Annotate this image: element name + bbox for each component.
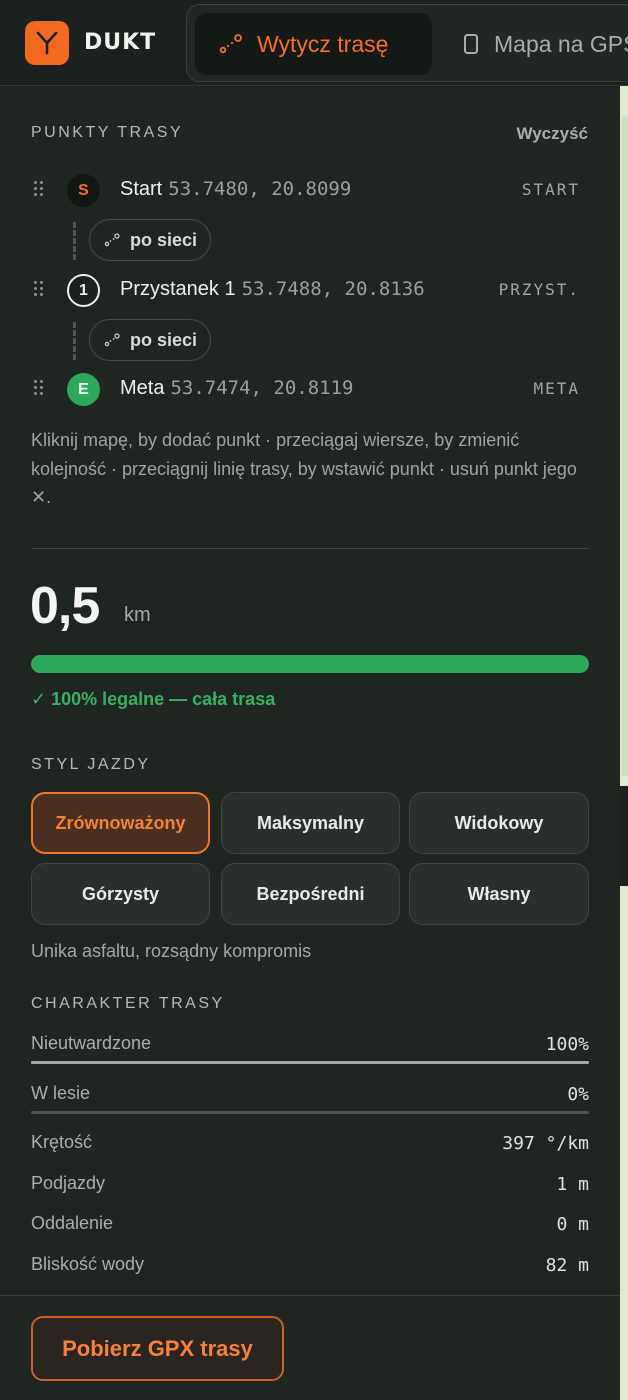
style-option-scenic[interactable]: Widokowy (409, 792, 589, 854)
top-bar: DUKT Wytycz trasę Mapa na GPS (0, 0, 628, 86)
riding-style-title: STYL JAZDY (31, 756, 151, 773)
character-bar-row: W lesie 0% (31, 1081, 589, 1114)
legal-progress-bar (31, 655, 589, 673)
segment-mode-label: po sieci (130, 229, 198, 250)
route-icon (104, 233, 120, 247)
stat-row: Bliskość wody 82 m (31, 1252, 589, 1280)
drag-handle-icon[interactable] (34, 380, 46, 398)
segment-mode-label: po sieci (130, 329, 198, 350)
stat-value: 1 m (556, 1174, 589, 1195)
stat-row: Oddalenie 0 m (31, 1211, 589, 1239)
stat-value: 0 m (556, 1214, 589, 1235)
tab-route-planner[interactable]: Wytycz trasę (195, 13, 432, 75)
map-overlay (620, 786, 628, 886)
tab-route-planner-label: Wytycz trasę (257, 30, 389, 57)
stop-badge: 1 (67, 274, 100, 307)
drag-handle-icon[interactable] (34, 281, 46, 299)
stat-label: Krętość (31, 1132, 93, 1152)
character-value: 0% (567, 1084, 589, 1105)
style-option-balanced[interactable]: Zrównoważony (31, 792, 210, 854)
waypoint-name: Start (120, 178, 163, 200)
character-label: Nieutwardzone (31, 1033, 152, 1053)
drag-handle-icon[interactable] (34, 181, 46, 199)
route-icon (219, 34, 243, 54)
character-track (31, 1111, 589, 1114)
segment-mode-button[interactable]: po sieci (89, 219, 211, 261)
stat-row: Podjazdy 1 m (31, 1171, 589, 1199)
segment-connector (73, 222, 76, 260)
section-divider (31, 548, 589, 549)
waypoints-title: PUNKTY TRASY (31, 124, 184, 141)
start-badge: S (67, 174, 100, 207)
stat-row: Krętość 397 °/km (31, 1130, 589, 1158)
waypoint-name: Przystanek 1 (120, 278, 236, 300)
waypoint-label: Przystanek 1 53.7488, 20.8136 (120, 278, 425, 301)
waypoint-coords: 53.7474, 20.8119 (170, 377, 354, 399)
style-option-hilly[interactable]: Górzysty (31, 863, 210, 925)
tab-gps-map[interactable]: Mapa na GPS (462, 13, 628, 75)
map-area (622, 116, 628, 776)
waypoint-tag: START (521, 180, 580, 199)
waypoint-tag: META (533, 379, 580, 398)
style-option-maximal[interactable]: Maksymalny (221, 792, 400, 854)
character-value: 100% (545, 1034, 589, 1055)
end-badge: E (67, 373, 100, 406)
waypoint-name: Meta (120, 377, 165, 399)
download-gpx-button[interactable]: Pobierz GPX trasy (31, 1316, 284, 1381)
segment-connector (73, 322, 76, 360)
waypoint-coords: 53.7488, 20.8136 (241, 278, 425, 300)
waypoint-coords: 53.7480, 20.8099 (168, 178, 352, 200)
route-distance: 0,5 (30, 577, 100, 635)
style-option-custom[interactable]: Własny (409, 863, 589, 925)
legal-status: ✓ 100% legalne — cała trasa (31, 689, 276, 709)
stat-value: 397 °/km (502, 1133, 589, 1154)
clear-button[interactable]: Wyczyść (516, 124, 588, 144)
character-label: W lesie (31, 1083, 91, 1103)
phone-icon (462, 33, 480, 55)
tab-gps-map-label: Mapa na GPS (494, 30, 628, 57)
logo-y-icon (36, 31, 58, 55)
waypoint-row[interactable]: E Meta 53.7474, 20.8119 META (0, 369, 620, 409)
stat-label: Podjazdy (31, 1173, 106, 1193)
route-character-title: CHARAKTER TRASY (31, 995, 225, 1012)
style-description: Unika asfaltu, rozsądny kompromis (31, 941, 312, 961)
waypoint-label: Start 53.7480, 20.8099 (120, 178, 351, 201)
stat-label: Bliskość wody (31, 1254, 145, 1274)
stat-label: Oddalenie (31, 1213, 114, 1233)
footer-divider (0, 1295, 620, 1296)
app-name: DUKT (84, 30, 157, 55)
waypoint-label: Meta 53.7474, 20.8119 (120, 377, 354, 400)
stat-value: 82 m (545, 1255, 589, 1276)
style-option-direct[interactable]: Bezpośredni (221, 863, 400, 925)
waypoint-row[interactable]: 1 Przystanek 1 53.7488, 20.8136 PRZYST. (0, 270, 620, 310)
distance-unit: km (124, 604, 151, 626)
map-canvas[interactable] (620, 86, 628, 1400)
character-track-fill (31, 1061, 589, 1064)
legal-progress-fill (31, 655, 589, 673)
waypoints-hint: Kliknij mapę, by dodać punkt · przeciąga… (31, 430, 577, 507)
waypoint-tag: PRZYST. (498, 280, 580, 299)
app-logo[interactable] (25, 21, 69, 65)
route-icon (104, 333, 120, 347)
waypoint-row[interactable]: S Start 53.7480, 20.8099 START (0, 170, 620, 210)
character-bar-row: Nieutwardzone 100% (31, 1031, 589, 1064)
character-track (31, 1061, 589, 1064)
segment-mode-button[interactable]: po sieci (89, 319, 211, 361)
